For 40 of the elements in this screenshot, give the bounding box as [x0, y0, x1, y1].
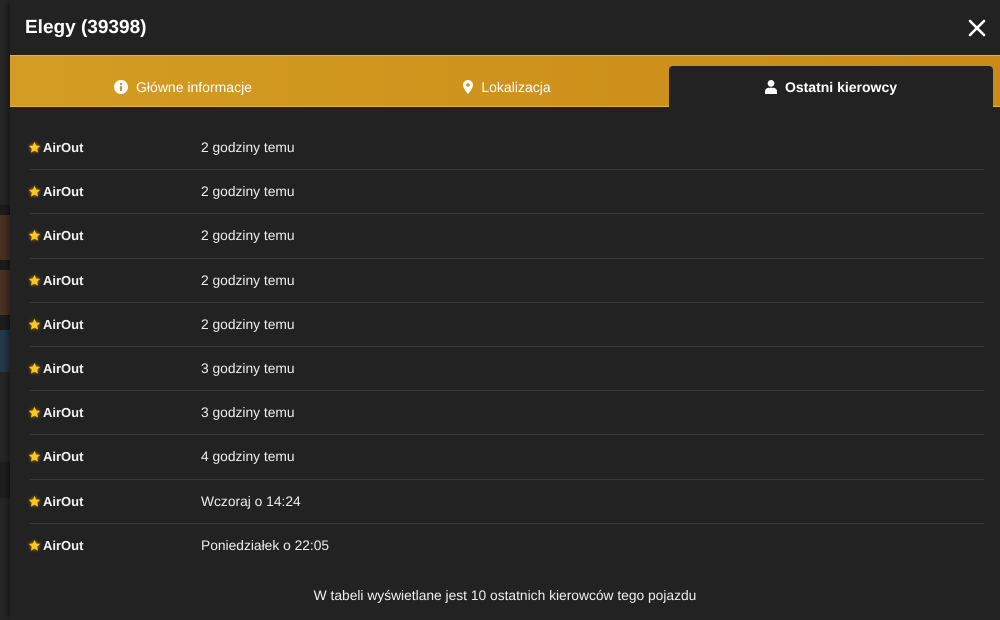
star-icon: [28, 494, 41, 508]
driver-time: Poniedziałek o 22:05: [201, 538, 330, 554]
tab[interactable]: Ostatni kierowcy: [669, 66, 993, 107]
star-icon: [28, 318, 41, 331]
star-icon: [28, 274, 41, 287]
driver-time: 2 godziny temu: [201, 184, 295, 200]
driver-time: 2 godziny temu: [201, 272, 295, 288]
driver-time: 2 godziny temu: [201, 316, 295, 332]
star-icon: [28, 229, 41, 242]
driver-time: 2 godziny temu: [201, 228, 295, 244]
driver-name: AirOut: [43, 538, 84, 554]
driver-time: Wczoraj o 14:24: [201, 494, 301, 509]
driver-time: 4 godziny temu: [201, 449, 295, 464]
user-icon: [764, 80, 777, 94]
info-icon: [114, 80, 128, 94]
footer-note: W tabeli wyświetlane jest 10 ostatnich kierowców tego pojazdu: [314, 586, 696, 605]
star-icon: [28, 185, 41, 198]
driver-name: AirOut: [43, 449, 84, 464]
driver-name: AirOut: [43, 272, 84, 288]
driver-time: 3 godziny temu: [201, 405, 295, 420]
driver-name: AirOut: [43, 184, 84, 200]
driver-name: AirOut: [43, 228, 84, 244]
driver-name: AirOut: [43, 361, 84, 376]
driver-time: 2 godziny temu: [201, 140, 295, 156]
driver-name: AirOut: [43, 405, 84, 420]
star-icon: [28, 141, 41, 154]
star-icon: [28, 450, 41, 464]
dialog-title: Elegy (39398): [25, 16, 146, 38]
tab[interactable]: Lokalizacja: [345, 66, 669, 107]
driver-name: AirOut: [43, 140, 84, 156]
close-icon: [968, 18, 986, 36]
driver-name: AirOut: [43, 494, 84, 509]
star-icon: [28, 406, 41, 420]
star-icon: [28, 362, 41, 376]
tab[interactable]: Główne informacje: [21, 66, 345, 107]
map-pin-icon: [463, 80, 474, 94]
driver-name: AirOut: [43, 316, 84, 332]
star-icon: [28, 539, 41, 552]
close-button[interactable]: [968, 18, 986, 36]
driver-time: 3 godziny temu: [201, 361, 295, 376]
